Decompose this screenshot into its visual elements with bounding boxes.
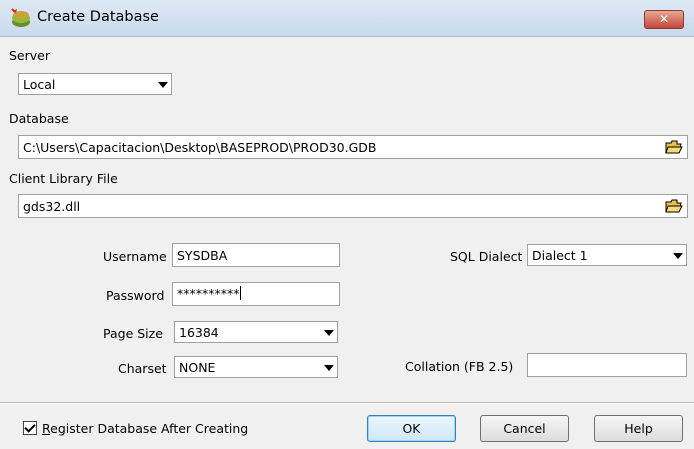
- username-label: Username: [103, 249, 167, 264]
- database-path-value: C:\Users\Capacitacion\Desktop\BASEPROD\P…: [23, 140, 377, 155]
- username-value: SYSDBA: [177, 248, 228, 263]
- register-database-label[interactable]: Register Database After Creating: [42, 421, 248, 436]
- collation-label: Collation (FB 2.5): [405, 359, 514, 374]
- client-library-label: Client Library File: [9, 171, 118, 186]
- chevron-down-icon[interactable]: [153, 74, 171, 94]
- client-library-input[interactable]: gds32.dll: [18, 194, 688, 218]
- open-folder-icon[interactable]: [665, 198, 683, 214]
- collation-input[interactable]: [527, 353, 687, 377]
- sql-dialect-label: SQL Dialect: [450, 249, 523, 264]
- register-database-checkbox[interactable]: [23, 421, 37, 435]
- divider: [0, 402, 694, 404]
- charset-label: Charset: [118, 361, 167, 376]
- username-input[interactable]: SYSDBA: [172, 243, 340, 267]
- close-icon: ✕: [658, 12, 670, 26]
- password-label: Password: [106, 288, 165, 303]
- open-folder-icon[interactable]: [665, 139, 683, 155]
- password-input[interactable]: **********: [172, 282, 340, 306]
- database-app-icon: [11, 8, 30, 27]
- title-bar[interactable]: Create Database ✕: [0, 0, 694, 37]
- database-path-input[interactable]: C:\Users\Capacitacion\Desktop\BASEPROD\P…: [18, 135, 688, 159]
- register-label-text: egister Database After Creating: [50, 421, 249, 436]
- charset-select[interactable]: NONE: [174, 356, 338, 378]
- page-size-value: 16384: [179, 325, 219, 340]
- client-library-value: gds32.dll: [23, 199, 81, 214]
- cancel-button[interactable]: Cancel: [480, 415, 569, 442]
- ok-button[interactable]: OK: [367, 415, 456, 442]
- close-button[interactable]: ✕: [644, 10, 684, 29]
- window-title: Create Database: [37, 9, 159, 25]
- chevron-down-icon[interactable]: [319, 322, 337, 342]
- page-size-select[interactable]: 16384: [174, 321, 338, 343]
- text-caret: [239, 286, 241, 300]
- charset-value: NONE: [179, 360, 216, 375]
- page-size-label: Page Size: [103, 326, 163, 341]
- server-label: Server: [9, 48, 50, 63]
- password-value: **********: [177, 286, 240, 301]
- sql-dialect-value: Dialect 1: [532, 248, 588, 263]
- sql-dialect-select[interactable]: Dialect 1: [527, 244, 687, 266]
- server-select[interactable]: Local: [18, 73, 172, 95]
- register-mnemonic: R: [42, 421, 51, 436]
- help-button[interactable]: Help: [594, 415, 683, 442]
- chevron-down-icon[interactable]: [668, 245, 686, 265]
- password-value-wrap: **********: [177, 286, 241, 301]
- database-label: Database: [9, 111, 69, 126]
- create-database-dialog: Create Database ✕ Server Local Database …: [0, 0, 694, 449]
- chevron-down-icon[interactable]: [319, 357, 337, 377]
- server-value: Local: [23, 77, 56, 92]
